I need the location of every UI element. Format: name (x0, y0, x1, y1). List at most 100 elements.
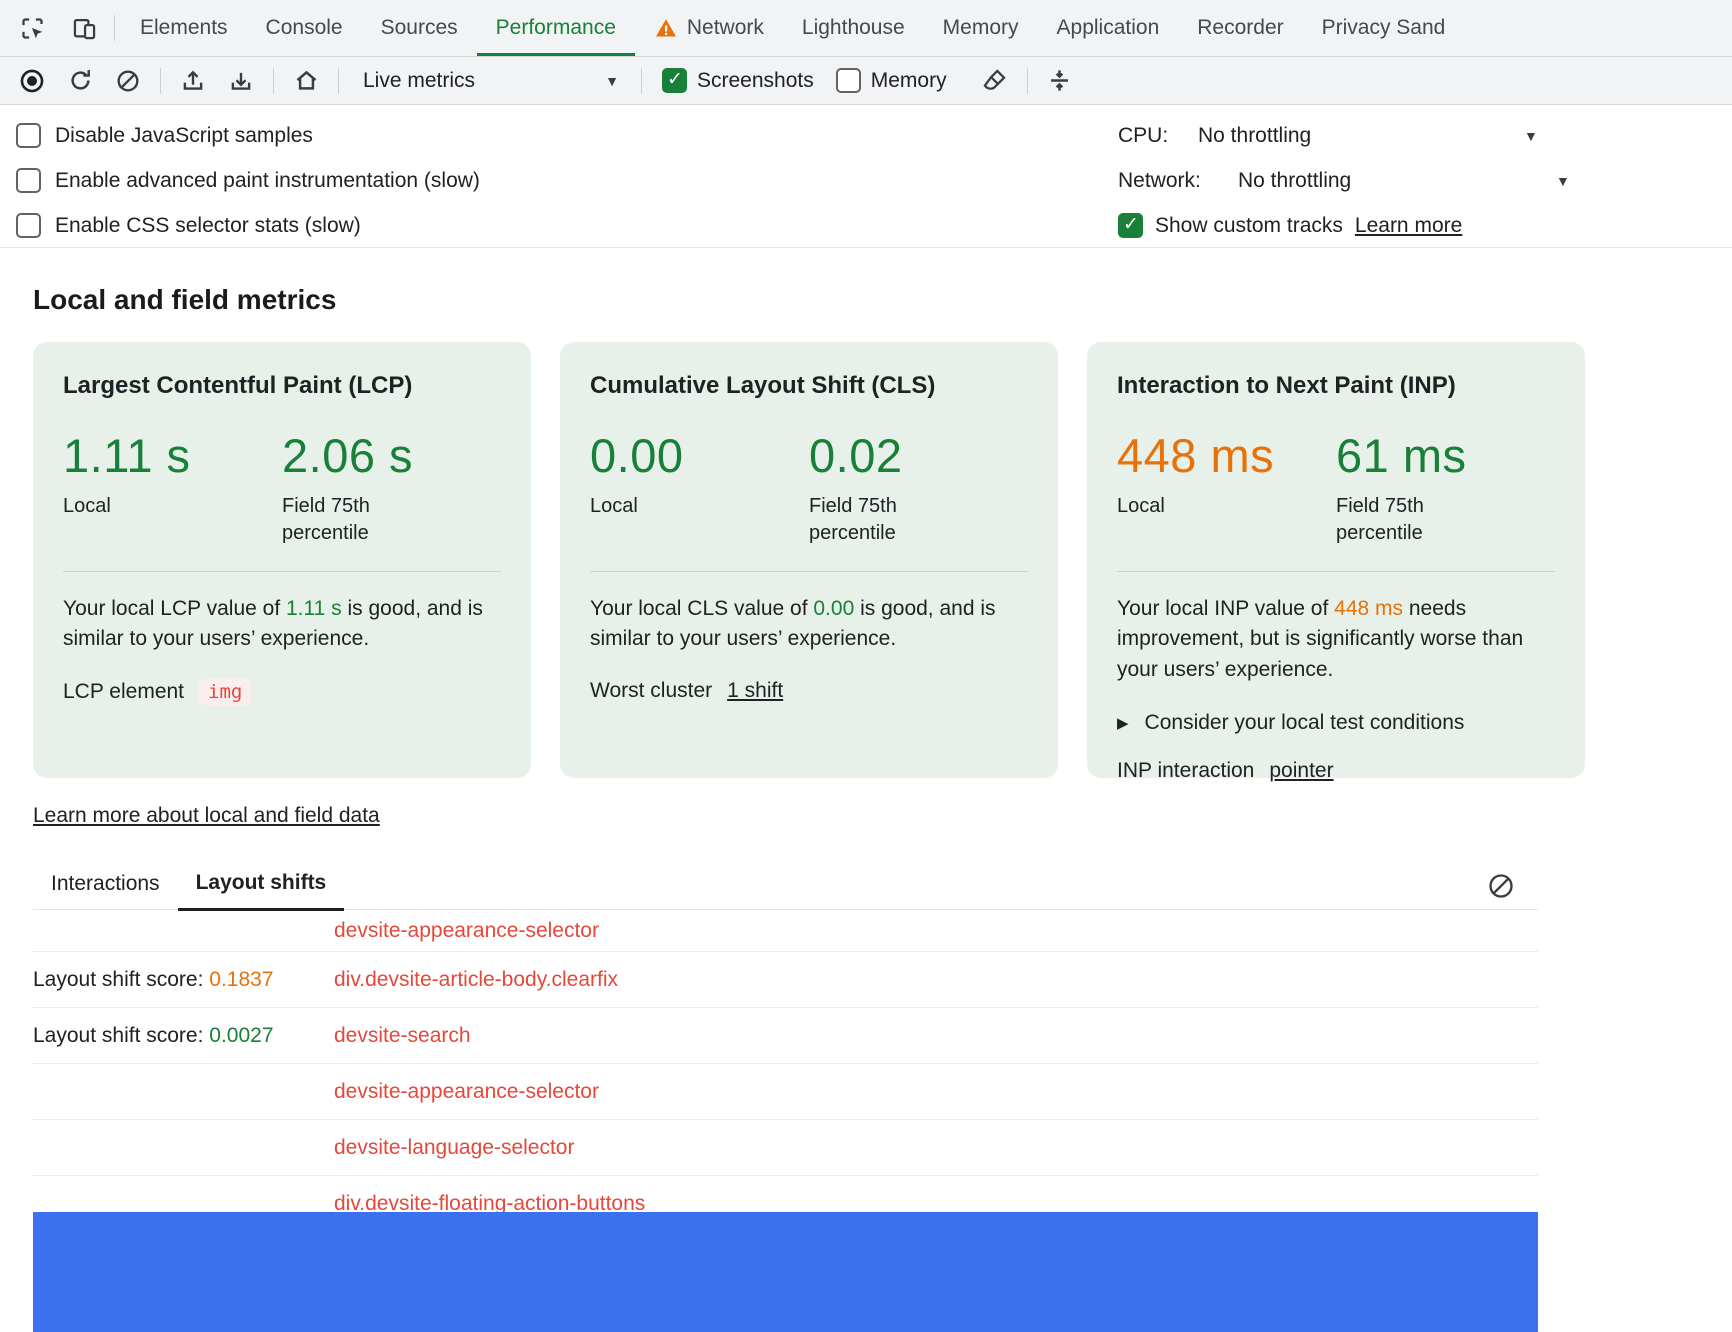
table-row[interactable]: Layout shift score: 0.0027 devsite-searc… (33, 1008, 1538, 1064)
cls-card-title: Cumulative Layout Shift (CLS) (590, 372, 1028, 400)
cls-description: Your local CLS value of 0.00 is good, an… (590, 594, 1028, 655)
record-and-reload-button[interactable] (58, 62, 102, 100)
tab-elements[interactable]: Elements (121, 0, 247, 56)
network-value: No throttling (1238, 169, 1351, 193)
performance-toolbar: Live metrics ▼ Screenshots Memory (0, 57, 1732, 105)
lcp-card-title: Largest Contentful Paint (LCP) (63, 372, 501, 400)
inp-card: Interaction to Next Paint (INP) 448 ms L… (1087, 342, 1585, 778)
card-divider (1117, 571, 1555, 572)
clear-log-icon (1487, 872, 1515, 900)
node-link[interactable]: devsite-appearance-selector (334, 919, 599, 942)
collect-garbage-button[interactable] (973, 62, 1017, 100)
capture-settings-toggle-button[interactable] (1038, 62, 1082, 100)
score-value: 0.0027 (209, 1024, 273, 1047)
tab-application[interactable]: Application (1038, 0, 1179, 56)
metrics-heading: Local and field metrics (33, 284, 1732, 316)
history-dropdown-value: Live metrics (363, 69, 475, 93)
disable-js-samples-label: Disable JavaScript samples (55, 124, 313, 148)
advanced-paint-checkbox[interactable] (16, 168, 41, 193)
tab-label: Network (687, 16, 764, 40)
score-label: Layout shift score: (33, 1024, 209, 1047)
live-metrics-view: Local and field metrics Largest Contentf… (0, 284, 1732, 1232)
inp-interaction-link[interactable]: pointer (1269, 759, 1333, 783)
field-data-learn-more-link[interactable]: Learn more about local and field data (33, 804, 380, 828)
block-icon (115, 68, 141, 94)
tab-privacy-sandbox[interactable]: Privacy Sand (1303, 0, 1465, 56)
table-row[interactable]: devsite-appearance-selector (33, 910, 1538, 952)
desc-highlight: 0.00 (813, 597, 854, 620)
log-tabbar: Interactions Layout shifts (33, 862, 1538, 910)
device-toolbar-button[interactable] (68, 12, 100, 44)
tab-recorder[interactable]: Recorder (1178, 0, 1302, 56)
node-link[interactable]: div.devsite-article-body.clearfix (334, 968, 618, 991)
table-row[interactable]: devsite-appearance-selector (33, 1064, 1538, 1120)
advanced-paint-label: Enable advanced paint instrumentation (s… (55, 169, 480, 193)
clear-log-button[interactable] (1486, 871, 1516, 901)
tab-label: Application (1057, 16, 1160, 40)
node-link[interactable]: devsite-language-selector (334, 1136, 574, 1159)
desc-text: Your local LCP value of (63, 597, 286, 620)
cls-local-value: 0.00 (590, 428, 809, 483)
network-label: Network: (1118, 169, 1238, 193)
disable-js-samples-checkbox[interactable] (16, 123, 41, 148)
save-profile-button[interactable] (219, 62, 263, 100)
inp-field-value: 61 ms (1336, 428, 1555, 483)
tab-memory[interactable]: Memory (924, 0, 1038, 56)
cls-card: Cumulative Layout Shift (CLS) 0.00 Local… (560, 342, 1058, 778)
card-divider (63, 571, 501, 572)
cpu-throttling-select[interactable]: CPU: No throttling ▼ (1118, 113, 1598, 158)
lcp-element-node-chip[interactable]: img (199, 679, 251, 705)
divider (160, 68, 161, 94)
card-divider (590, 571, 1028, 572)
local-test-conditions-label: Consider your local test conditions (1145, 711, 1465, 735)
history-dropdown[interactable]: Live metrics ▼ (349, 69, 631, 93)
record-button[interactable] (10, 62, 54, 100)
desc-highlight: 1.11 s (286, 597, 342, 620)
screenshots-checkbox[interactable] (662, 68, 687, 93)
inp-interaction-label: INP interaction (1117, 759, 1254, 783)
desc-text: Your local CLS value of (590, 597, 813, 620)
layout-shifts-log: devsite-appearance-selector Layout shift… (33, 910, 1732, 1232)
tab-console[interactable]: Console (247, 0, 362, 56)
desc-highlight: 448 ms (1334, 597, 1403, 620)
table-row[interactable]: Layout shift score: 0.1837 div.devsite-a… (33, 952, 1538, 1008)
inp-local-label: Local (1117, 493, 1242, 520)
home-icon (293, 67, 320, 94)
local-test-conditions-expander[interactable]: ▶ Consider your local test conditions (1117, 711, 1555, 735)
live-metrics-home-button[interactable] (284, 62, 328, 100)
node-link[interactable]: devsite-appearance-selector (334, 1080, 599, 1103)
device-toolbar-icon (71, 15, 98, 42)
lcp-description: Your local LCP value of 1.11 s is good, … (63, 594, 501, 655)
tab-performance[interactable]: Performance (477, 0, 635, 56)
divider (338, 68, 339, 94)
table-row[interactable]: devsite-language-selector (33, 1120, 1538, 1176)
node-link[interactable]: devsite-search (334, 1024, 471, 1047)
screenshots-label: Screenshots (697, 69, 814, 93)
tab-network[interactable]: Network (635, 0, 783, 56)
css-selector-stats-label: Enable CSS selector stats (slow) (55, 214, 361, 238)
inp-field-label: Field 75th percentile (1336, 493, 1461, 547)
lcp-field-value: 2.06 s (282, 428, 501, 483)
divider (641, 68, 642, 94)
lcp-field-label: Field 75th percentile (282, 493, 407, 547)
inspect-button[interactable] (16, 12, 48, 44)
memory-checkbox[interactable] (836, 68, 861, 93)
show-custom-tracks-checkbox[interactable] (1118, 213, 1143, 238)
worst-cluster-link[interactable]: 1 shift (727, 679, 783, 703)
clear-button[interactable] (106, 62, 150, 100)
tab-interactions[interactable]: Interactions (33, 872, 178, 909)
inp-description: Your local INP value of 448 ms needs imp… (1117, 594, 1555, 685)
cpu-label: CPU: (1118, 124, 1198, 148)
custom-tracks-learn-more-link[interactable]: Learn more (1355, 214, 1462, 238)
desc-text: Your local INP value of (1117, 597, 1334, 620)
worst-cluster-label: Worst cluster (590, 679, 712, 703)
css-selector-stats-checkbox[interactable] (16, 213, 41, 238)
cls-local-label: Local (590, 493, 715, 520)
tab-lighthouse[interactable]: Lighthouse (783, 0, 924, 56)
cls-field-value: 0.02 (809, 428, 1028, 483)
tab-layout-shifts[interactable]: Layout shifts (178, 871, 345, 911)
load-profile-button[interactable] (171, 62, 215, 100)
tab-sources[interactable]: Sources (362, 0, 477, 56)
network-throttling-select[interactable]: Network: No throttling ▼ (1118, 158, 1598, 203)
download-icon (228, 68, 254, 94)
